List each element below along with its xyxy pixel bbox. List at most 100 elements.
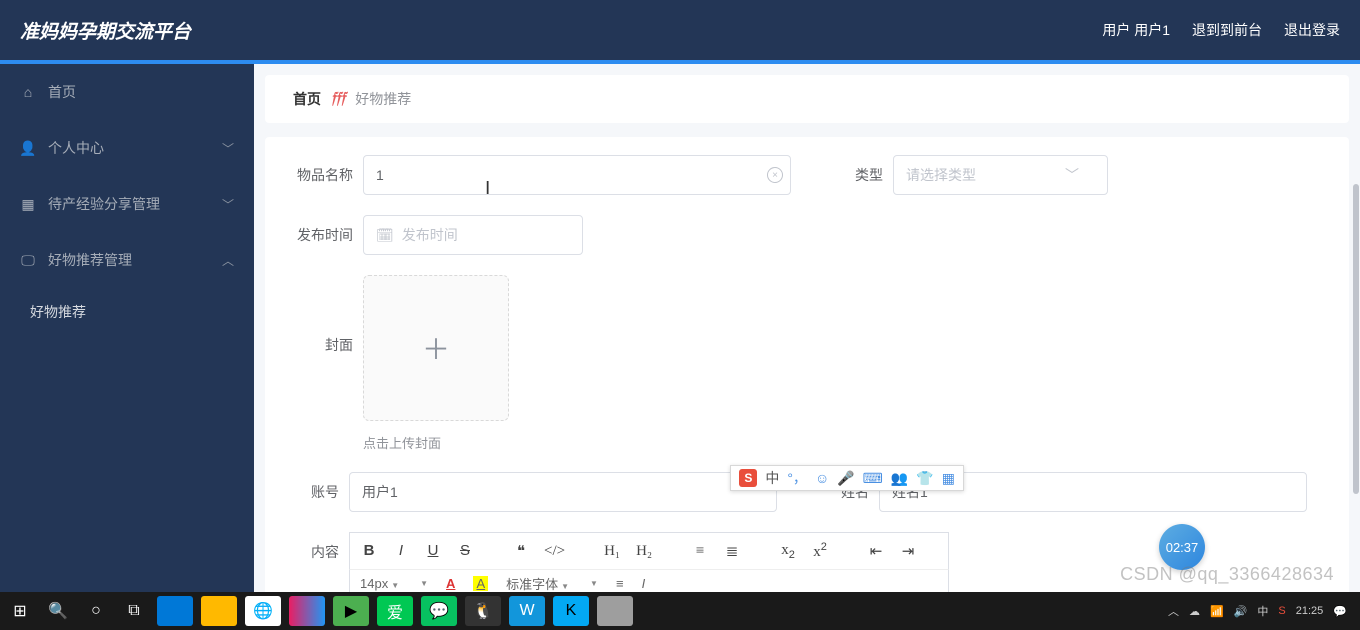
font-size-select[interactable]: 14px▼ — [360, 576, 399, 591]
indent-icon[interactable]: ⇥ — [899, 542, 917, 561]
label-type: 类型 — [847, 165, 883, 185]
system-tray[interactable]: ︿ ☁ 📶 🔊 中 S 21:25 💬 — [1168, 603, 1355, 619]
label-item-name: 物品名称 — [293, 165, 353, 185]
chevron-up-icon: ︿ — [222, 252, 234, 269]
ime-mic-icon[interactable]: 🎤 — [837, 470, 854, 487]
text-cursor-icon: Ⅰ — [485, 178, 490, 199]
app-other[interactable] — [597, 596, 633, 626]
text-color-icon[interactable]: A — [446, 576, 455, 591]
ime-keyboard-icon[interactable]: ⌨ — [863, 470, 883, 487]
sidebar-item-personal[interactable]: 👤 个人中心 ﹀ — [0, 120, 254, 176]
clear-format-icon[interactable]: I — [642, 576, 646, 591]
tray-notification-icon[interactable]: 💬 — [1333, 605, 1347, 618]
app-k[interactable]: K — [553, 596, 589, 626]
ime-emoji-icon[interactable]: ☺ — [815, 470, 829, 486]
editor-toolbar: B I U S ❝ </> H₁ H₂ ≡ ≣ — [349, 532, 949, 569]
tray-volume-icon[interactable]: 🔊 — [1234, 605, 1248, 618]
h2-icon[interactable]: H₂ — [635, 543, 653, 560]
cortana-icon[interactable]: ○ — [81, 596, 111, 626]
label-content: 内容 — [293, 542, 339, 562]
app-explorer[interactable] — [201, 596, 237, 626]
app-edge[interactable] — [157, 596, 193, 626]
h1-icon[interactable]: H₁ — [603, 543, 621, 560]
taskbar: ⊞ 🔍 ○ ⧉ 🌐 ▶ 爱 💬 🐧 W K ︿ ☁ 📶 🔊 中 S 21:25 … — [0, 592, 1360, 630]
monitor-icon: 🖵 — [20, 252, 36, 269]
cover-hint: 点击上传封面 — [363, 433, 509, 452]
ime-punct-icon[interactable]: °， — [787, 468, 807, 488]
publish-placeholder: 发布时间 — [402, 225, 458, 245]
sidebar-item-home[interactable]: ⌂首页 — [0, 64, 254, 120]
app-music[interactable]: ▶ — [333, 596, 369, 626]
breadcrumb-icon: 𝔣𝔣𝔣 — [331, 90, 345, 108]
scrollbar-thumb[interactable] — [1353, 184, 1359, 494]
code-icon[interactable]: </> — [544, 543, 565, 560]
search-icon[interactable]: 🔍 — [43, 596, 73, 626]
user-label[interactable]: 用户 用户1 — [1102, 20, 1170, 40]
outdent-icon[interactable]: ⇤ — [867, 542, 885, 561]
sidebar-label-rec: 好物推荐管理 — [48, 250, 132, 270]
crumb-home[interactable]: 首页 — [293, 89, 321, 109]
type-select[interactable]: 请选择类型 ﹀ — [893, 155, 1108, 195]
app-word[interactable]: W — [509, 596, 545, 626]
breadcrumb: 首页 𝔣𝔣𝔣 好物推荐 — [265, 75, 1349, 123]
font-family-select[interactable]: 标准字体▼ — [506, 574, 569, 593]
italic-icon[interactable]: I — [392, 542, 410, 560]
publish-time-input[interactable]: 🗓 发布时间 — [363, 215, 583, 255]
ime-toolbar[interactable]: S 中 °， ☺ 🎤 ⌨ 👥 👕 ▦ — [730, 465, 964, 491]
quote-icon[interactable]: ❝ — [512, 542, 530, 561]
sidebar-item-share-mgmt[interactable]: ▦待产经验分享管理 ﹀ — [0, 176, 254, 232]
tray-cloud-icon[interactable]: ☁ — [1189, 605, 1200, 618]
app-chrome[interactable]: 🌐 — [245, 596, 281, 626]
start-icon[interactable]: ⊞ — [5, 596, 35, 626]
calendar-icon: 🗓 — [376, 227, 394, 244]
strike-icon[interactable]: S — [456, 542, 474, 560]
ime-skin-icon[interactable]: 👕 — [916, 470, 933, 487]
plus-icon: ＋ — [422, 328, 450, 368]
label-cover: 封面 — [293, 335, 353, 355]
top-bar: 准妈妈孕期交流平台 用户 用户1 退到到前台 退出登录 — [0, 0, 1360, 60]
chevron-down-icon: ﹀ — [222, 140, 234, 157]
align-icon[interactable]: ≡ — [616, 576, 624, 591]
sidebar-label-personal: 个人中心 — [48, 138, 104, 158]
taskview-icon[interactable]: ⧉ — [119, 596, 149, 626]
ime-user-icon[interactable]: 👥 — [891, 470, 908, 487]
bg-color-icon[interactable]: A — [473, 576, 488, 591]
user-icon: 👤 — [20, 140, 36, 157]
tray-ime-icon[interactable]: 中 — [1257, 603, 1268, 619]
superscript-icon[interactable]: x2 — [811, 541, 829, 561]
app-video[interactable] — [289, 596, 325, 626]
ime-grid-icon[interactable]: ▦ — [942, 470, 955, 487]
unordered-list-icon[interactable]: ≣ — [723, 542, 741, 561]
app-qq[interactable]: 🐧 — [465, 596, 501, 626]
ime-mode[interactable]: 中 — [765, 468, 779, 488]
account-input[interactable] — [349, 472, 777, 512]
sidebar-item-rec-mgmt[interactable]: 🖵 好物推荐管理 ︿ — [0, 232, 254, 288]
ime-logo-icon: S — [739, 469, 757, 487]
home-icon: ⌂ — [20, 84, 36, 100]
app-wechat[interactable]: 💬 — [421, 596, 457, 626]
sidebar-subitem-recommend[interactable]: 好物推荐 — [0, 288, 254, 336]
scrollbar-track[interactable] — [1352, 184, 1360, 592]
bold-icon[interactable]: B — [360, 542, 378, 560]
tray-wifi-icon[interactable]: 📶 — [1210, 605, 1224, 618]
subscript-icon[interactable]: x2 — [779, 542, 797, 561]
underline-icon[interactable]: U — [424, 542, 442, 560]
sidebar: ⌂首页 👤 个人中心 ﹀ ▦待产经验分享管理 ﹀ 🖵 好物推荐管理 ︿ 好物推荐 — [0, 64, 254, 630]
to-frontend-link[interactable]: 退到到前台 — [1192, 20, 1262, 40]
brand-title: 准妈妈孕期交流平台 — [20, 17, 191, 44]
tray-sogou-icon[interactable]: S — [1278, 605, 1285, 617]
chevron-down-icon: ﹀ — [1065, 165, 1079, 185]
sidebar-label-share: 待产经验分享管理 — [48, 194, 160, 214]
tray-chevron-icon[interactable]: ︿ — [1168, 603, 1179, 619]
clear-icon[interactable]: × — [767, 167, 783, 183]
ordered-list-icon[interactable]: ≡ — [691, 543, 709, 560]
chevron-down-icon: ﹀ — [222, 196, 234, 213]
tray-time[interactable]: 21:25 — [1296, 605, 1324, 617]
logout-link[interactable]: 退出登录 — [1284, 20, 1340, 40]
type-placeholder: 请选择类型 — [906, 165, 976, 185]
item-name-input[interactable] — [363, 155, 791, 195]
label-account: 账号 — [293, 482, 339, 502]
watermark: CSDN @qq_3366428634 — [1120, 564, 1334, 585]
app-iqiyi[interactable]: 爱 — [377, 596, 413, 626]
cover-upload[interactable]: ＋ — [363, 275, 509, 421]
